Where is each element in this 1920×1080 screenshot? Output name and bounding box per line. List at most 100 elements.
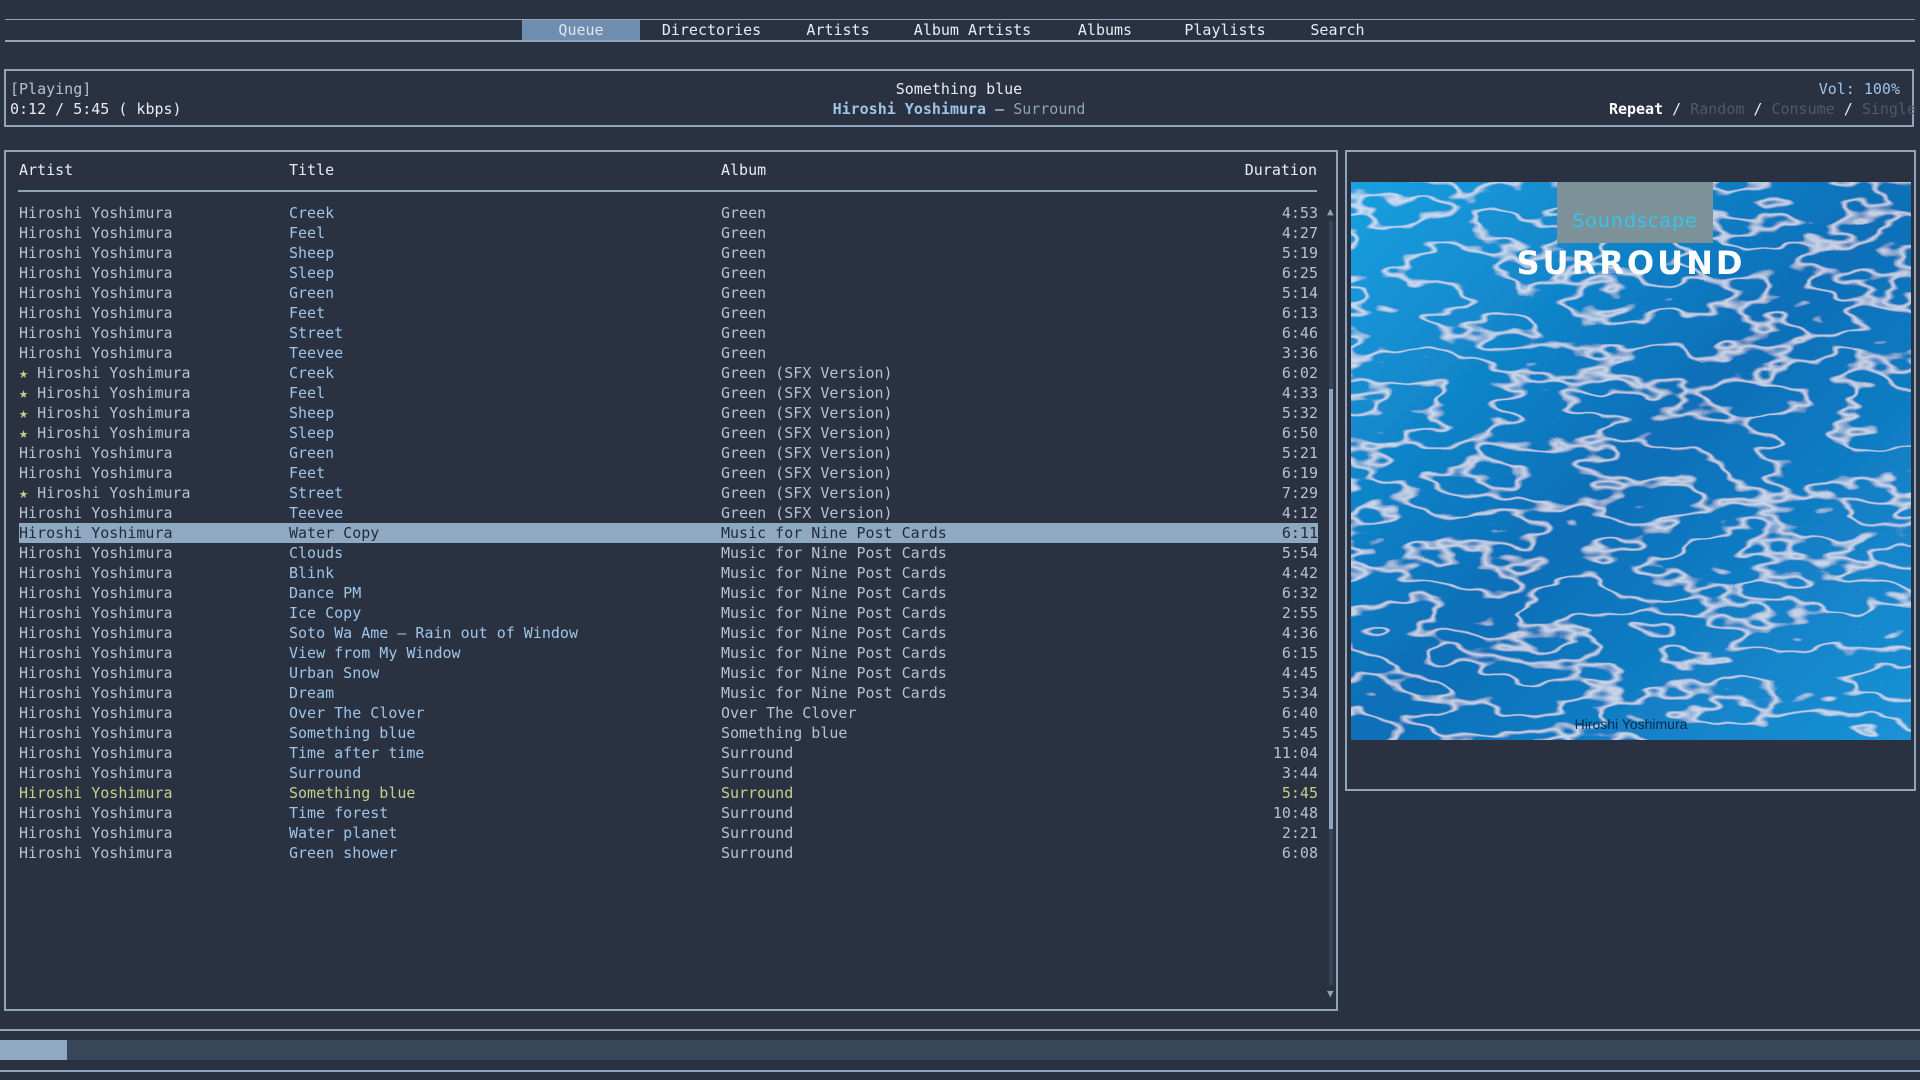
table-row[interactable]: Hiroshi Yoshimura Blink Music for Nine Pos… bbox=[19, 563, 1318, 583]
table-row[interactable]: Hiroshi Yoshimura Creek Green 4:53 bbox=[19, 203, 1318, 223]
scroll-track[interactable] bbox=[1329, 221, 1333, 985]
table-row[interactable]: Hiroshi Yoshimura Clouds Music for Nine Po… bbox=[19, 543, 1318, 563]
table-row[interactable]: Hiroshi Yoshimura Ice Copy Music for Nine … bbox=[19, 603, 1318, 623]
table-row[interactable]: Hiroshi Yoshimura Dance PM Music for Nine … bbox=[19, 583, 1318, 603]
mode-single[interactable]: Single bbox=[1862, 100, 1916, 118]
scroll-thumb[interactable] bbox=[1329, 389, 1333, 829]
tab-directories[interactable]: Directories bbox=[645, 20, 778, 40]
progress-bar[interactable] bbox=[0, 1040, 1920, 1060]
row-album: Surround bbox=[721, 844, 794, 862]
playback-modes: Repeat / Random / Consume / Single bbox=[1609, 99, 1916, 119]
tab-album-artists[interactable]: Album Artists bbox=[905, 20, 1040, 40]
table-row[interactable]: Hiroshi Yoshimura Green shower Surround 6:0… bbox=[19, 843, 1318, 863]
table-row[interactable]: Hiroshi Yoshimura Water planet Surround 2:2… bbox=[19, 823, 1318, 843]
table-row[interactable]: Hiroshi Yoshimura Feet Green 6:13 bbox=[19, 303, 1318, 323]
table-row[interactable]: Hiroshi Yoshimura Green Green 5:14 bbox=[19, 283, 1318, 303]
table-row[interactable]: Hiroshi Yoshimura Something blue Something… bbox=[19, 723, 1318, 743]
column-header-duration[interactable]: Duration bbox=[1245, 160, 1317, 180]
table-row[interactable]: Hiroshi Yoshimura Teevee Green (SFX Versio… bbox=[19, 503, 1318, 523]
table-row[interactable]: Hiroshi Yoshimura Something blue Surround 5… bbox=[19, 783, 1318, 803]
table-row[interactable]: Hiroshi Yoshimura View from My Window Musi… bbox=[19, 643, 1318, 663]
row-title: Green bbox=[289, 444, 335, 462]
row-album: Music for Nine Post Cards bbox=[721, 664, 947, 682]
row-artist: ★ Hiroshi Yoshimura bbox=[19, 383, 191, 403]
row-duration: 7:29 bbox=[1281, 484, 1318, 502]
progress-fill bbox=[0, 1040, 68, 1060]
table-row[interactable]: Hiroshi Yoshimura Time after time Surround… bbox=[19, 743, 1318, 763]
table-row[interactable]: ★ Hiroshi Yoshimura Feel Green (SFX Versio… bbox=[19, 383, 1318, 403]
row-artist: Hiroshi Yoshimura bbox=[19, 344, 173, 362]
star-icon: ★ bbox=[19, 364, 29, 382]
table-row[interactable]: Hiroshi Yoshimura Soto Wa Ame – Rain out … bbox=[19, 623, 1318, 643]
row-album: Green bbox=[721, 204, 767, 222]
row-duration: 6:40 bbox=[1281, 704, 1318, 722]
mode-random[interactable]: Random bbox=[1690, 100, 1744, 118]
row-album: Surround bbox=[721, 784, 794, 802]
table-row[interactable]: Hiroshi Yoshimura Surround Surround 3:44 bbox=[19, 763, 1318, 783]
tab-playlists[interactable]: Playlists bbox=[1170, 20, 1280, 40]
star-icon: ★ bbox=[19, 424, 29, 442]
table-row[interactable]: ★ Hiroshi Yoshimura Street Green (SFX Vers… bbox=[19, 483, 1318, 503]
row-title: Feel bbox=[289, 384, 326, 402]
table-row[interactable]: ★ Hiroshi Yoshimura Sheep Green (SFX Versi… bbox=[19, 403, 1318, 423]
column-header-album[interactable]: Album bbox=[721, 160, 766, 180]
row-title: Creek bbox=[289, 364, 335, 382]
row-title: Soto Wa Ame – Rain out of Window bbox=[289, 624, 578, 642]
scroll-down-icon[interactable]: ▼ bbox=[1327, 988, 1334, 999]
table-row[interactable]: Hiroshi Yoshimura Feet Green (SFX Version)… bbox=[19, 463, 1318, 483]
tab-search[interactable]: Search bbox=[1300, 20, 1375, 40]
row-duration: 6:50 bbox=[1281, 424, 1318, 442]
row-duration: 6:08 bbox=[1281, 844, 1318, 862]
tab-albums[interactable]: Albums bbox=[1065, 20, 1145, 40]
row-album: Green bbox=[721, 264, 767, 282]
row-album: Green (SFX Version) bbox=[721, 424, 893, 442]
mode-repeat[interactable]: Repeat bbox=[1609, 100, 1663, 118]
row-album: Music for Nine Post Cards bbox=[721, 524, 947, 542]
star-icon: ★ bbox=[19, 484, 29, 502]
scroll-up-icon[interactable]: ▲ bbox=[1327, 206, 1334, 217]
tab-artists[interactable]: Artists bbox=[793, 20, 883, 40]
row-title: Creek bbox=[289, 204, 335, 222]
mode-consume[interactable]: Consume bbox=[1772, 100, 1835, 118]
row-album: Green (SFX Version) bbox=[721, 384, 893, 402]
table-row[interactable]: Hiroshi Yoshimura Sleep Green 6:25 bbox=[19, 263, 1318, 283]
table-row[interactable]: Hiroshi Yoshimura Time forest Surround 10:4… bbox=[19, 803, 1318, 823]
row-title: Feet bbox=[289, 304, 326, 322]
row-album: Green (SFX Version) bbox=[721, 404, 893, 422]
row-album: Music for Nine Post Cards bbox=[721, 564, 947, 582]
table-row[interactable]: ★ Hiroshi Yoshimura Sleep Green (SFX Versi… bbox=[19, 423, 1318, 443]
table-row[interactable]: Hiroshi Yoshimura Water Copy Music for Nin… bbox=[19, 523, 1318, 543]
column-header-title[interactable]: Title bbox=[289, 160, 334, 180]
row-artist: Hiroshi Yoshimura bbox=[19, 244, 173, 262]
star-icon: ★ bbox=[19, 384, 29, 402]
table-row[interactable]: Hiroshi Yoshimura Dream Music for Nine Pos… bbox=[19, 683, 1318, 703]
row-artist-name: Hiroshi Yoshimura bbox=[37, 384, 191, 402]
row-artist: Hiroshi Yoshimura bbox=[19, 324, 173, 342]
row-duration: 5:32 bbox=[1281, 404, 1318, 422]
queue-table[interactable]: Artist Title Album Duration Hiroshi Yosh… bbox=[4, 150, 1338, 1011]
row-album: Green bbox=[721, 244, 767, 262]
row-duration: 6:15 bbox=[1281, 644, 1318, 662]
row-album: Music for Nine Post Cards bbox=[721, 644, 947, 662]
row-artist: Hiroshi Yoshimura bbox=[19, 824, 173, 842]
row-duration: 4:42 bbox=[1281, 564, 1318, 582]
row-duration: 5:14 bbox=[1281, 284, 1318, 302]
row-album: Green bbox=[721, 284, 767, 302]
row-title: Green shower bbox=[289, 844, 398, 862]
table-row[interactable]: Hiroshi Yoshimura Sheep Green 5:19 bbox=[19, 243, 1318, 263]
table-row[interactable]: Hiroshi Yoshimura Urban Snow Music for Nin… bbox=[19, 663, 1318, 683]
table-row[interactable]: Hiroshi Yoshimura Teevee Green 3:36 bbox=[19, 343, 1318, 363]
row-title: Something blue bbox=[289, 784, 416, 802]
table-row[interactable]: Hiroshi Yoshimura Green Green (SFX Version… bbox=[19, 443, 1318, 463]
row-title: Teevee bbox=[289, 504, 344, 522]
queue-scrollbar[interactable]: ▲ ▼ bbox=[1327, 206, 1335, 999]
row-artist: Hiroshi Yoshimura bbox=[19, 664, 173, 682]
table-row[interactable]: Hiroshi Yoshimura Feel Green 4:27 bbox=[19, 223, 1318, 243]
table-row[interactable]: ★ Hiroshi Yoshimura Creek Green (SFX Versi… bbox=[19, 363, 1318, 383]
table-row[interactable]: Hiroshi Yoshimura Street Green 6:46 bbox=[19, 323, 1318, 343]
row-title: Surround bbox=[289, 764, 362, 782]
album-label-text: Soundscape bbox=[1572, 210, 1698, 232]
column-header-artist[interactable]: Artist bbox=[19, 160, 73, 180]
tab-queue[interactable]: Queue bbox=[522, 20, 640, 40]
table-row[interactable]: Hiroshi Yoshimura Over The Clover Over The… bbox=[19, 703, 1318, 723]
